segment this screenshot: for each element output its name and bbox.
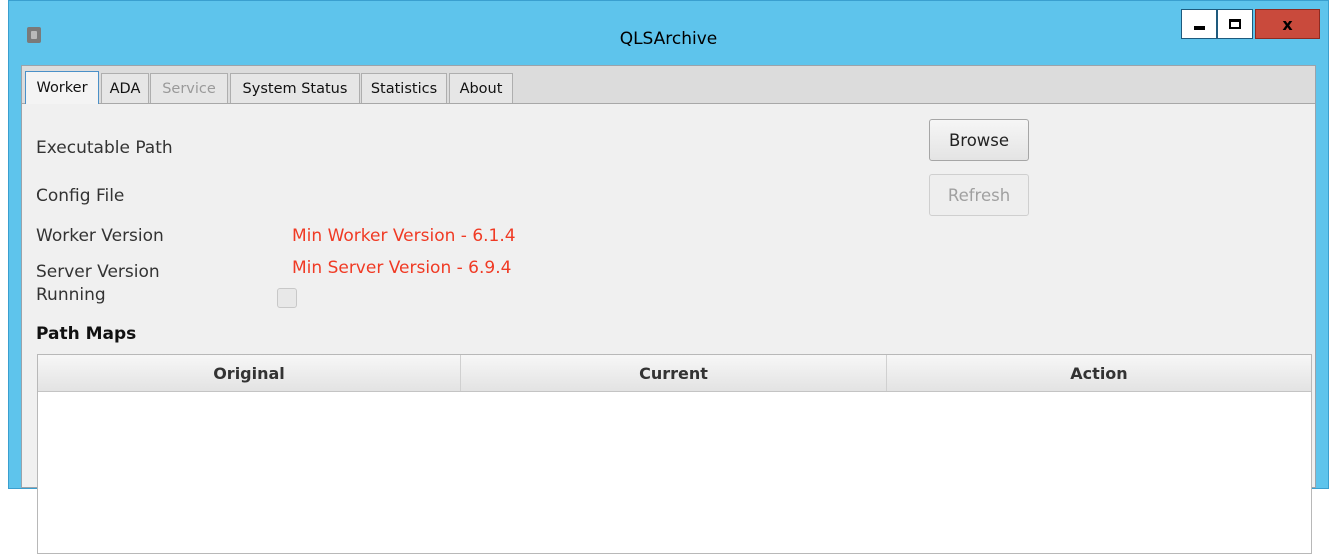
close-button[interactable]: x xyxy=(1255,9,1320,39)
minimize-button[interactable] xyxy=(1181,9,1217,39)
executable-path-label: Executable Path xyxy=(36,138,173,158)
main-content: Worker ADA Service System Status Statist… xyxy=(21,65,1316,554)
title-bar[interactable]: QLSArchive x xyxy=(9,1,1328,65)
running-checkbox[interactable] xyxy=(277,288,297,308)
column-header-original[interactable]: Original xyxy=(38,355,461,391)
window-title: QLSArchive xyxy=(619,29,718,49)
app-window: QLSArchive x Worker ADA Service System S… xyxy=(8,0,1329,554)
browse-button[interactable]: Browse xyxy=(929,119,1029,161)
tab-bar: Worker ADA Service System Status Statist… xyxy=(22,66,1315,104)
path-maps-heading: Path Maps xyxy=(36,324,137,344)
min-worker-version-text: Min Worker Version - 6.1.4 xyxy=(292,226,516,246)
worker-version-label: Worker Version xyxy=(36,226,164,246)
column-header-action[interactable]: Action xyxy=(887,355,1311,391)
tab-service[interactable]: Service xyxy=(150,73,228,103)
config-file-label: Config File xyxy=(36,186,125,206)
refresh-button[interactable]: Refresh xyxy=(929,174,1029,216)
column-header-current[interactable]: Current xyxy=(461,355,887,391)
path-maps-table: Original Current Action xyxy=(37,354,1312,554)
running-label: Running xyxy=(36,285,106,305)
maximize-icon xyxy=(1229,19,1241,29)
tab-ada[interactable]: ADA xyxy=(101,73,149,103)
tab-system-status[interactable]: System Status xyxy=(230,73,360,103)
server-version-label: Server Version xyxy=(36,262,160,282)
tab-about[interactable]: About xyxy=(449,73,513,103)
table-header: Original Current Action xyxy=(38,355,1311,392)
minimize-icon xyxy=(1193,26,1205,30)
maximize-button[interactable] xyxy=(1217,9,1253,39)
tab-statistics[interactable]: Statistics xyxy=(361,73,447,103)
close-icon: x xyxy=(1282,14,1293,34)
min-server-version-text: Min Server Version - 6.9.4 xyxy=(292,258,512,278)
tab-worker[interactable]: Worker xyxy=(25,71,99,104)
